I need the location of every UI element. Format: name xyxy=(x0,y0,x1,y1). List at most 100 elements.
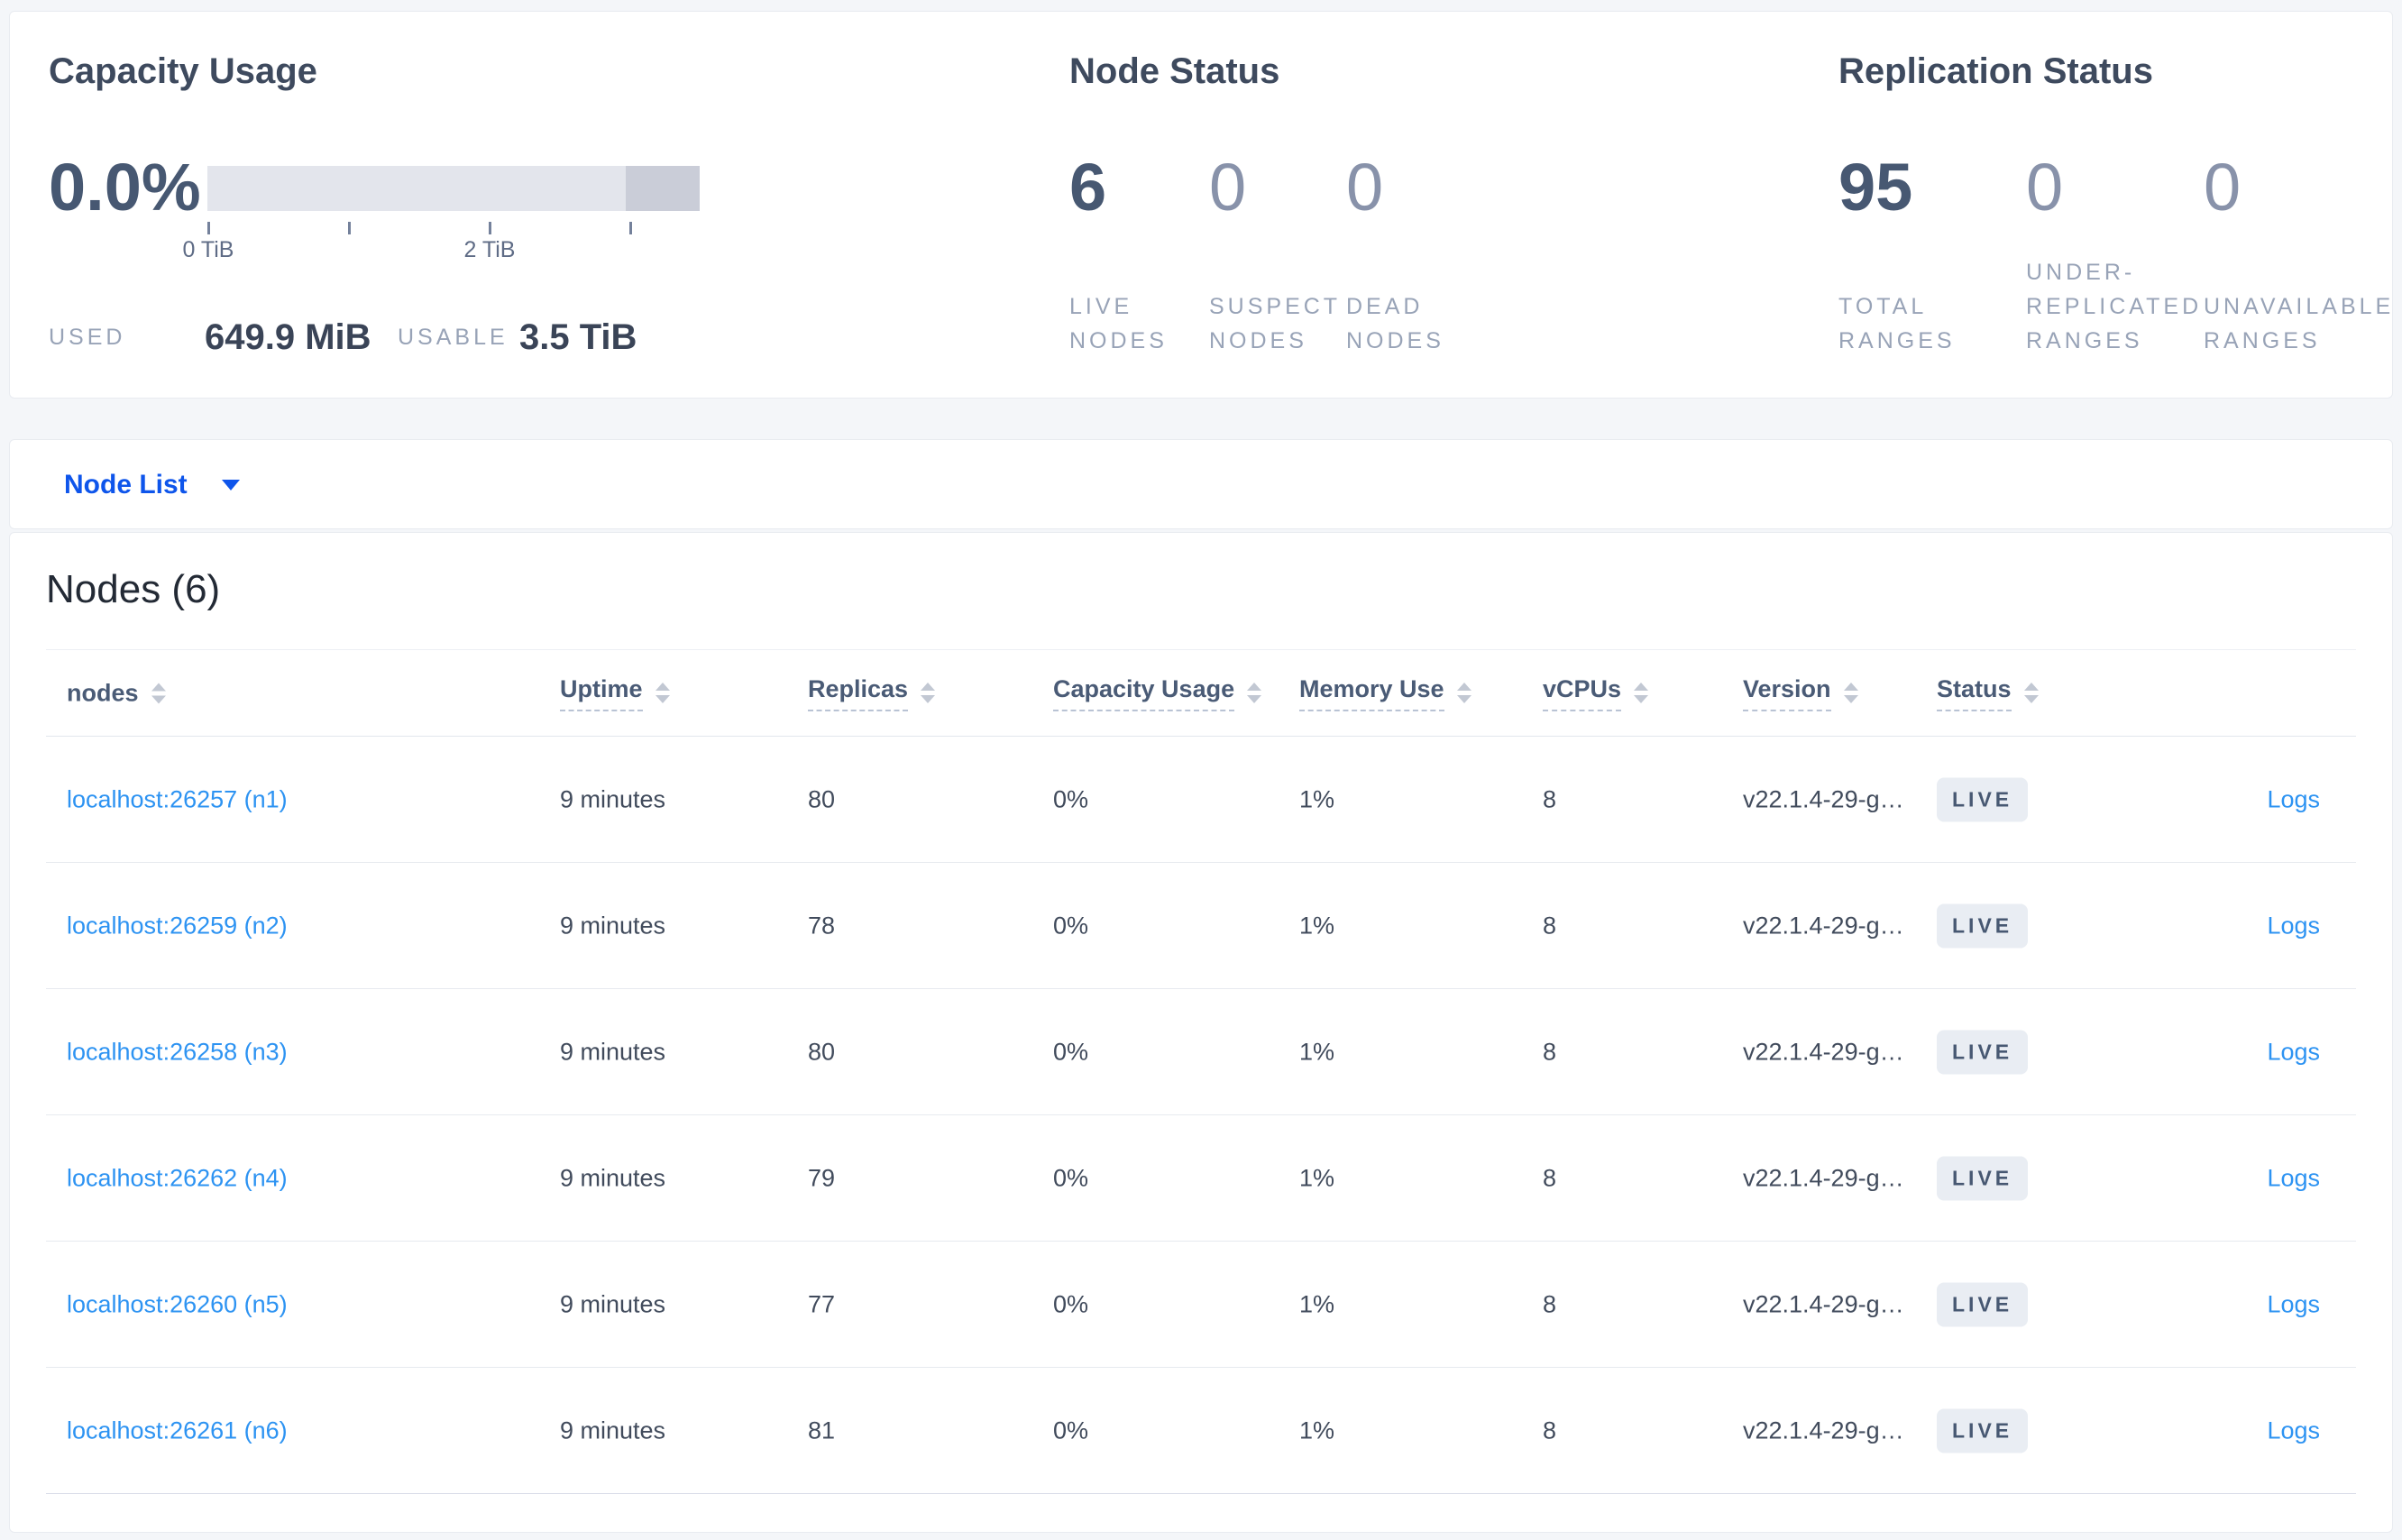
vcpus-cell: 8 xyxy=(1543,912,1557,939)
version-cell: v22.1.4-29-g… xyxy=(1743,1164,1904,1191)
column-header-capacity-usage[interactable]: Capacity Usage xyxy=(1053,675,1262,711)
uptime-cell: 9 minutes xyxy=(560,1290,666,1317)
status-cell: LIVE xyxy=(1937,777,2029,821)
status-badge: LIVE xyxy=(1937,777,2029,821)
table-row: localhost:26259 (n2) 9 minutes 78 0% 1% … xyxy=(46,863,2356,989)
sort-icon[interactable] xyxy=(2023,683,2039,703)
version-cell: v22.1.4-29-g… xyxy=(1743,912,1904,939)
unavailable-ranges-label: UNAVAILABLE RANGES xyxy=(2204,294,2395,353)
status-badge: LIVE xyxy=(1937,903,2029,948)
node-link[interactable]: localhost:26259 (n2) xyxy=(67,912,288,940)
column-header-replicas[interactable]: Replicas xyxy=(808,675,936,711)
replicas-cell: 77 xyxy=(808,1290,836,1317)
node-link[interactable]: localhost:26257 (n1) xyxy=(67,785,288,813)
sort-icon[interactable] xyxy=(921,683,936,703)
usable-value: 3.5 TiB xyxy=(519,317,637,357)
status-cell: LIVE xyxy=(1937,1156,2029,1200)
uptime-cell: 9 minutes xyxy=(560,912,666,939)
sort-icon[interactable] xyxy=(151,683,166,703)
node-link[interactable]: localhost:26262 (n4) xyxy=(67,1164,288,1192)
unavailable-ranges-value: 0 xyxy=(2204,150,2242,225)
replicas-cell: 80 xyxy=(808,1038,836,1065)
capacity-usage-title: Capacity Usage xyxy=(49,51,317,91)
capacity-usage-cell: 0% xyxy=(1053,1416,1089,1444)
dead-nodes-stat: 0 DEAD NODES xyxy=(1346,12,1481,399)
column-header-vcpus[interactable]: vCPUs xyxy=(1543,675,1649,711)
column-header-version[interactable]: Version xyxy=(1743,675,1858,711)
status-cell: LIVE xyxy=(1937,903,2029,948)
view-selector-dropdown[interactable]: Node List xyxy=(64,440,240,530)
uptime-cell: 9 minutes xyxy=(560,1164,666,1191)
vcpus-cell: 8 xyxy=(1543,1164,1557,1191)
memory-use-cell: 1% xyxy=(1299,785,1335,812)
gauge-tick-0 xyxy=(207,222,210,234)
column-header-nodes[interactable]: nodes xyxy=(67,679,166,707)
logs-link[interactable]: Logs xyxy=(2267,1164,2320,1192)
sort-icon[interactable] xyxy=(1456,683,1471,703)
live-nodes-label: LIVE NODES xyxy=(1069,294,1168,353)
column-header-memory-use[interactable]: Memory Use xyxy=(1299,675,1471,711)
dead-nodes-value: 0 xyxy=(1346,150,1384,225)
logs-link[interactable]: Logs xyxy=(2267,1290,2320,1318)
vcpus-cell: 8 xyxy=(1543,1290,1557,1317)
total-ranges-value: 95 xyxy=(1838,150,1913,225)
nodes-panel: Nodes (6) nodes Uptime Replicas Capacity… xyxy=(9,532,2393,1533)
sort-icon[interactable] xyxy=(1634,683,1649,703)
table-header-row: nodes Uptime Replicas Capacity Usage Mem… xyxy=(46,649,2356,737)
memory-use-cell: 1% xyxy=(1299,912,1335,939)
usable-label: USABLE xyxy=(398,325,509,350)
vcpus-cell: 8 xyxy=(1543,785,1557,812)
capacity-usage-cell: 0% xyxy=(1053,912,1089,939)
sort-icon[interactable] xyxy=(1247,683,1262,703)
table-row: localhost:26258 (n3) 9 minutes 80 0% 1% … xyxy=(46,989,2356,1115)
version-cell: v22.1.4-29-g… xyxy=(1743,785,1904,812)
status-badge: LIVE xyxy=(1937,1408,2029,1453)
capacity-usage-cell: 0% xyxy=(1053,1038,1089,1065)
column-header-status[interactable]: Status xyxy=(1937,675,2039,711)
gauge-tick-1 xyxy=(348,222,351,234)
logs-link[interactable]: Logs xyxy=(2267,912,2320,940)
node-link[interactable]: localhost:26261 (n6) xyxy=(67,1416,288,1444)
version-cell: v22.1.4-29-g… xyxy=(1743,1290,1904,1317)
node-link[interactable]: localhost:26260 (n5) xyxy=(67,1290,288,1318)
gauge-tick-label-0: 0 TiB xyxy=(182,237,234,262)
sort-icon[interactable] xyxy=(655,683,670,703)
vcpus-cell: 8 xyxy=(1543,1416,1557,1444)
used-value: 649.9 MiB xyxy=(205,317,371,357)
logs-link[interactable]: Logs xyxy=(2267,1038,2320,1066)
suspect-nodes-value: 0 xyxy=(1209,150,1247,225)
uptime-cell: 9 minutes xyxy=(560,1038,666,1065)
uptime-cell: 9 minutes xyxy=(560,785,666,812)
replicas-cell: 80 xyxy=(808,785,836,812)
column-header-uptime[interactable]: Uptime xyxy=(560,675,670,711)
capacity-usage-cell: 0% xyxy=(1053,1164,1089,1191)
status-badge: LIVE xyxy=(1937,1282,2029,1326)
memory-use-cell: 1% xyxy=(1299,1038,1335,1065)
table-row: localhost:26261 (n6) 9 minutes 81 0% 1% … xyxy=(46,1368,2356,1494)
logs-link[interactable]: Logs xyxy=(2267,785,2320,813)
capacity-gauge-reserved-segment xyxy=(626,166,700,211)
node-link[interactable]: localhost:26258 (n3) xyxy=(67,1038,288,1066)
status-cell: LIVE xyxy=(1937,1282,2029,1326)
cluster-overview-page: Capacity Usage 0.0% 0 TiB 2 TiB USED 649… xyxy=(0,0,2402,1540)
logs-link[interactable]: Logs xyxy=(2267,1416,2320,1444)
live-nodes-value: 6 xyxy=(1069,150,1107,225)
status-badge: LIVE xyxy=(1937,1156,2029,1200)
suspect-nodes-stat: 0 SUSPECT NODES xyxy=(1209,12,1344,399)
status-cell: LIVE xyxy=(1937,1030,2029,1074)
gauge-tick-2 xyxy=(489,222,491,234)
gauge-tick-label-2: 2 TiB xyxy=(463,237,516,262)
replicas-cell: 79 xyxy=(808,1164,836,1191)
version-cell: v22.1.4-29-g… xyxy=(1743,1416,1904,1444)
gauge-tick-3 xyxy=(629,222,632,234)
replicas-cell: 81 xyxy=(808,1416,836,1444)
capacity-usage-cell: 0% xyxy=(1053,785,1089,812)
replicas-cell: 78 xyxy=(808,912,836,939)
memory-use-cell: 1% xyxy=(1299,1290,1335,1317)
capacity-percent: 0.0% xyxy=(49,150,201,225)
vcpus-cell: 8 xyxy=(1543,1038,1557,1065)
under-replicated-ranges-label: UNDER- REPLICATED RANGES xyxy=(2026,260,2203,353)
uptime-cell: 9 minutes xyxy=(560,1416,666,1444)
nodes-table-title: Nodes (6) xyxy=(46,567,221,611)
sort-icon[interactable] xyxy=(1843,683,1858,703)
